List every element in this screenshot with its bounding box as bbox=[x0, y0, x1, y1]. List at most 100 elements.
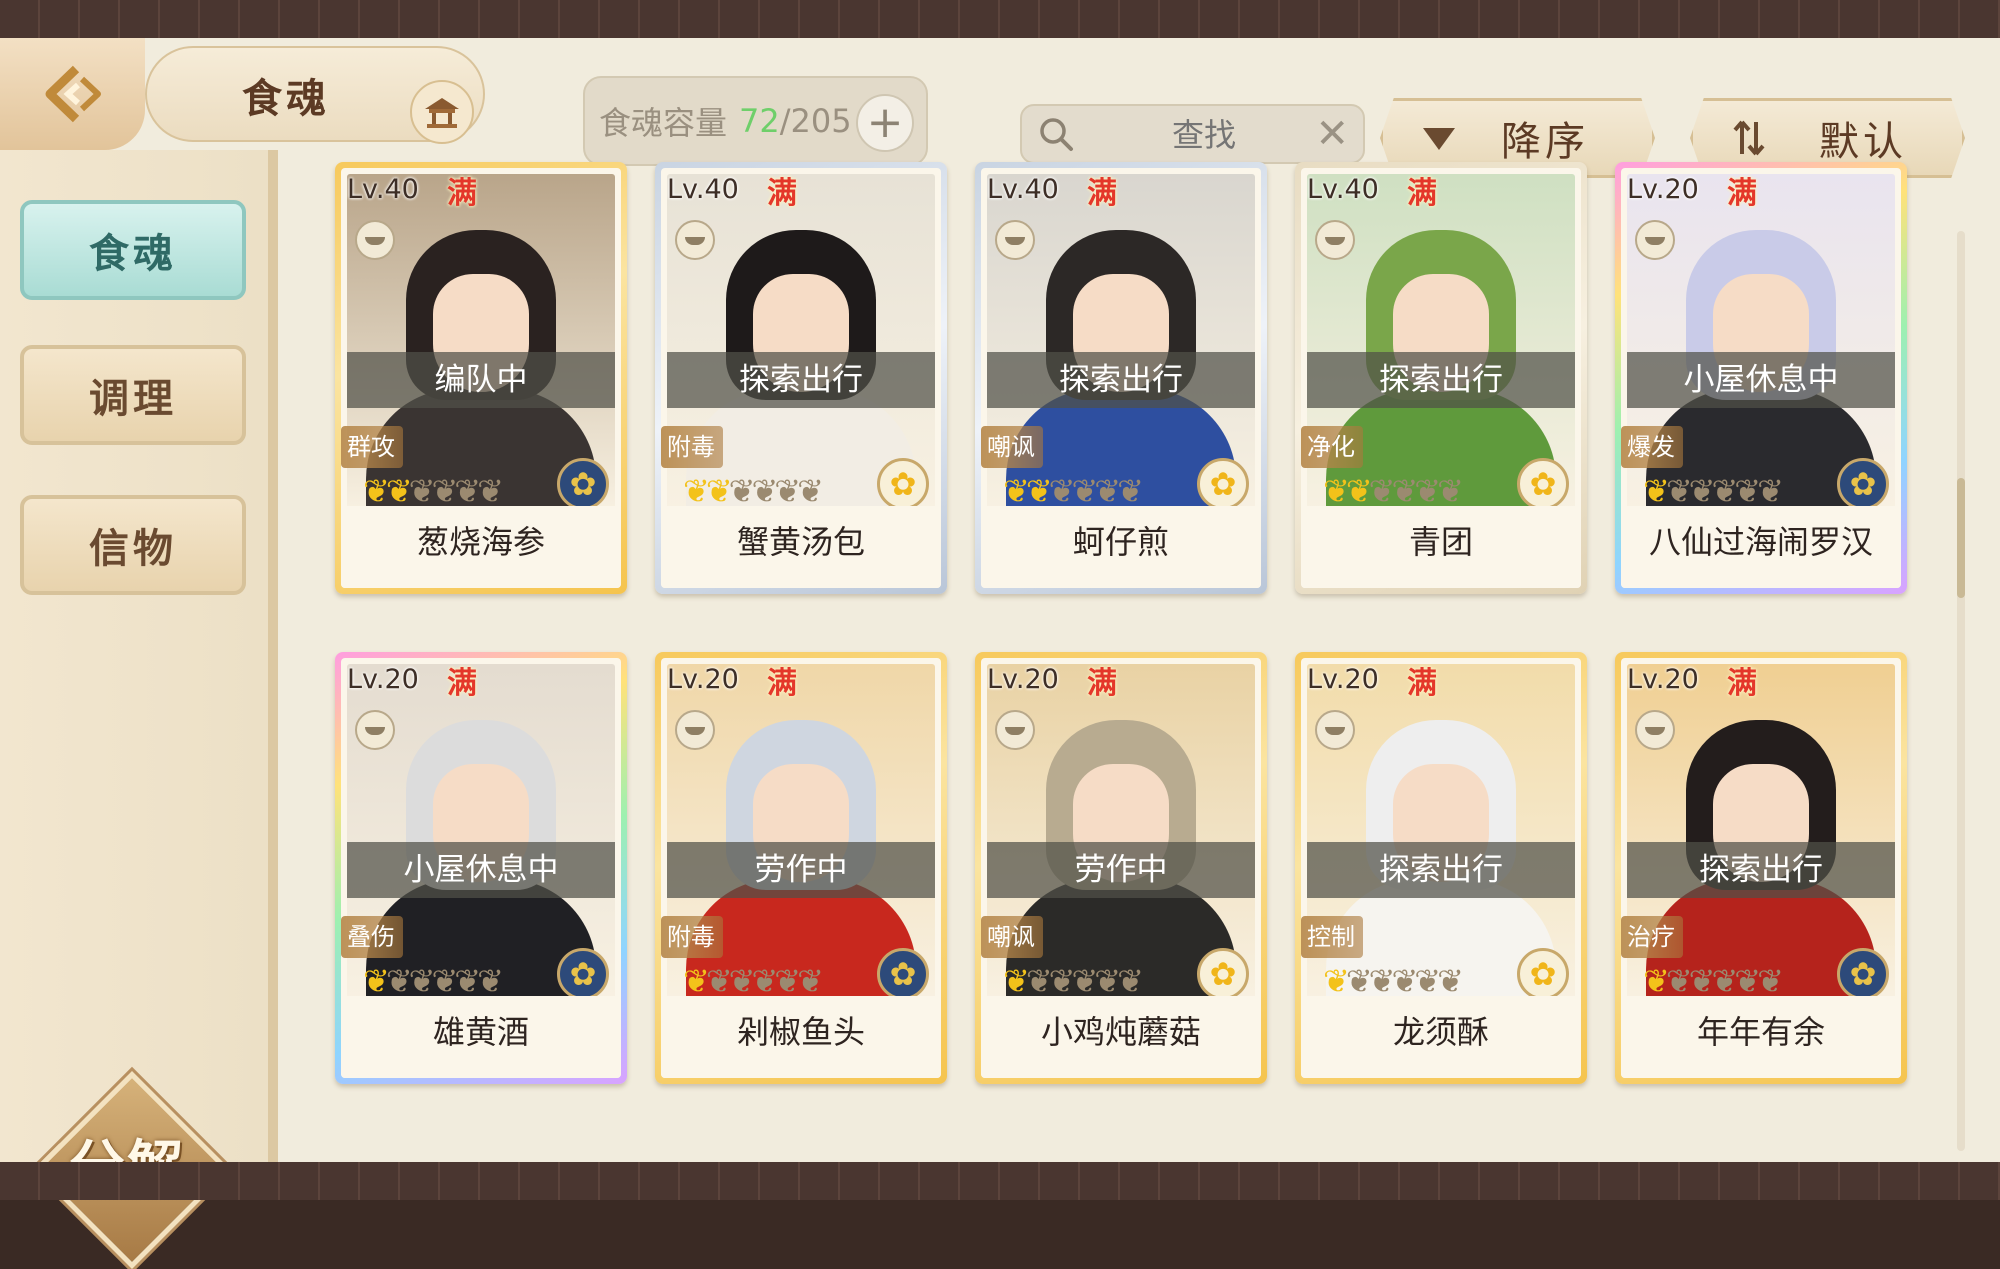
role-tag: 附毒 bbox=[661, 916, 723, 958]
search-box: ✕ bbox=[1020, 104, 1365, 164]
flame-lit-icon: ❦ bbox=[1025, 472, 1053, 510]
card-level: Lv.40 bbox=[1307, 174, 1379, 205]
back-button[interactable] bbox=[0, 38, 145, 150]
card-level: Lv.20 bbox=[1627, 174, 1699, 205]
star-flames: ❦❦❦❦❦❦ bbox=[1323, 961, 1464, 1001]
card-inner: Lv.40 满 编队中 群攻 ❦❦❦❦❦❦ ✿ 葱烧海参 bbox=[341, 168, 621, 588]
flame-unlit-icon: ❦ bbox=[431, 962, 458, 1000]
max-level-badge: 满 bbox=[1087, 666, 1117, 701]
flame-unlit-icon: ❦ bbox=[797, 472, 824, 510]
card-level: Lv.20 bbox=[987, 664, 1059, 695]
flame-unlit-icon: ❦ bbox=[1414, 962, 1441, 1000]
pavilion-button[interactable] bbox=[410, 80, 474, 144]
card-inner: Lv.20 满 小屋休息中 叠伤 ❦❦❦❦❦❦ ✿ 雄黄酒 bbox=[341, 658, 621, 1078]
capacity-current: 72 bbox=[739, 102, 780, 140]
role-tag: 附毒 bbox=[661, 426, 723, 468]
star-flames: ❦❦❦❦❦❦ bbox=[1003, 961, 1144, 1001]
sidebar: 食魂 调理 信物 分解 bbox=[0, 150, 278, 1269]
flame-unlit-icon: ❦ bbox=[1117, 962, 1144, 1000]
soul-card[interactable]: Lv.20 满 劳作中 附毒 ❦❦❦❦❦❦ ✿ 剁椒鱼头 bbox=[655, 652, 947, 1084]
emblem-flower-icon: ✿ bbox=[1197, 948, 1249, 1000]
flame-unlit-icon: ❦ bbox=[1048, 962, 1076, 1000]
capacity-value: 72/205 bbox=[739, 102, 852, 140]
soul-card[interactable]: Lv.20 满 小屋休息中 爆发 ❦❦❦❦❦❦ ✿ 八仙过海闹罗汉 bbox=[1615, 162, 1907, 594]
soul-card[interactable]: Lv.20 满 小屋休息中 叠伤 ❦❦❦❦❦❦ ✿ 雄黄酒 bbox=[335, 652, 627, 1084]
emblem-flower-icon: ✿ bbox=[557, 458, 609, 510]
soul-card[interactable]: Lv.20 满 劳作中 嘲讽 ❦❦❦❦❦❦ ✿ 小鸡炖蘑菇 bbox=[975, 652, 1267, 1084]
soul-card[interactable]: Lv.20 满 探索出行 治疗 ❦❦❦❦❦❦ ✿ 年年有余 bbox=[1615, 652, 1907, 1084]
page-title: 食魂 bbox=[242, 76, 330, 122]
bowl-icon bbox=[995, 220, 1035, 260]
flame-unlit-icon: ❦ bbox=[1391, 962, 1418, 1000]
card-level: Lv.20 bbox=[347, 664, 419, 695]
card-level: Lv.20 bbox=[1627, 664, 1699, 695]
flame-lit-icon: ❦ bbox=[683, 472, 710, 510]
scrollbar-thumb[interactable] bbox=[1957, 478, 1965, 598]
emblem-flower-icon: ✿ bbox=[877, 458, 929, 510]
role-tag: 控制 bbox=[1301, 916, 1363, 958]
card-inner: Lv.20 满 小屋休息中 爆发 ❦❦❦❦❦❦ ✿ 八仙过海闹罗汉 bbox=[1621, 168, 1901, 588]
sidebar-item-cooking[interactable]: 调理 bbox=[20, 345, 246, 445]
max-level-badge: 满 bbox=[767, 176, 797, 211]
card-status: 探索出行 bbox=[667, 352, 935, 408]
bowl-icon bbox=[995, 710, 1035, 750]
emblem-flower-icon: ✿ bbox=[877, 948, 929, 1000]
add-capacity-button[interactable]: + bbox=[856, 94, 914, 152]
flame-unlit-icon: ❦ bbox=[477, 962, 504, 1000]
flame-unlit-icon: ❦ bbox=[1071, 472, 1098, 510]
flame-lit-icon: ❦ bbox=[1323, 472, 1350, 510]
flame-unlit-icon: ❦ bbox=[1665, 962, 1693, 1000]
soul-card[interactable]: Lv.40 满 探索出行 嘲讽 ❦❦❦❦❦❦ ✿ 蚵仔煎 bbox=[975, 162, 1267, 594]
clear-search-icon[interactable]: ✕ bbox=[1315, 112, 1349, 156]
sidebar-item-souls[interactable]: 食魂 bbox=[20, 200, 246, 300]
emblem-flower-icon: ✿ bbox=[557, 948, 609, 1000]
card-name: 雄黄酒 bbox=[341, 996, 621, 1078]
flame-unlit-icon: ❦ bbox=[1688, 962, 1716, 1000]
flame-unlit-icon: ❦ bbox=[1734, 962, 1761, 1000]
flame-lit-icon: ❦ bbox=[1323, 962, 1350, 1000]
flame-unlit-icon: ❦ bbox=[1711, 472, 1738, 510]
capacity-label: 食魂容量 bbox=[599, 104, 728, 142]
card-name: 葱烧海参 bbox=[341, 506, 621, 588]
bottom-frame-border bbox=[0, 1162, 2000, 1200]
flame-unlit-icon: ❦ bbox=[728, 472, 756, 510]
card-name: 青团 bbox=[1301, 506, 1581, 588]
role-tag: 治疗 bbox=[1621, 916, 1683, 958]
soul-card[interactable]: Lv.40 满 探索出行 净化 ❦❦❦❦❦❦ ✿ 青团 bbox=[1295, 162, 1587, 594]
card-inner: Lv.40 满 探索出行 净化 ❦❦❦❦❦❦ ✿ 青团 bbox=[1301, 168, 1581, 588]
role-tag: 爆发 bbox=[1621, 426, 1683, 468]
star-flames: ❦❦❦❦❦❦ bbox=[683, 471, 824, 511]
flame-unlit-icon: ❦ bbox=[728, 962, 756, 1000]
flame-unlit-icon: ❦ bbox=[1688, 472, 1716, 510]
flame-unlit-icon: ❦ bbox=[751, 962, 778, 1000]
max-level-badge: 满 bbox=[1407, 176, 1437, 211]
flame-lit-icon: ❦ bbox=[683, 962, 710, 1000]
flame-unlit-icon: ❦ bbox=[1414, 472, 1441, 510]
max-level-badge: 满 bbox=[1407, 666, 1437, 701]
card-status: 探索出行 bbox=[987, 352, 1255, 408]
card-name: 小鸡炖蘑菇 bbox=[981, 996, 1261, 1078]
soul-card[interactable]: Lv.20 满 探索出行 控制 ❦❦❦❦❦❦ ✿ 龙须酥 bbox=[1295, 652, 1587, 1084]
card-name: 蟹黄汤包 bbox=[661, 506, 941, 588]
card-level: Lv.40 bbox=[987, 174, 1059, 205]
flame-unlit-icon: ❦ bbox=[477, 472, 504, 510]
pavilion-icon bbox=[425, 98, 459, 128]
scrollbar-track[interactable] bbox=[1957, 231, 1965, 1151]
card-name: 剁椒鱼头 bbox=[661, 996, 941, 1078]
card-status: 编队中 bbox=[347, 352, 615, 408]
bowl-icon bbox=[675, 220, 715, 260]
soul-card[interactable]: Lv.40 满 编队中 群攻 ❦❦❦❦❦❦ ✿ 葱烧海参 bbox=[335, 162, 627, 594]
soul-card[interactable]: Lv.40 满 探索出行 附毒 ❦❦❦❦❦❦ ✿ 蟹黄汤包 bbox=[655, 162, 947, 594]
card-inner: Lv.40 满 探索出行 嘲讽 ❦❦❦❦❦❦ ✿ 蚵仔煎 bbox=[981, 168, 1261, 588]
max-level-badge: 满 bbox=[447, 176, 477, 211]
flame-unlit-icon: ❦ bbox=[454, 472, 481, 510]
card-level: Lv.40 bbox=[347, 174, 419, 205]
flame-lit-icon: ❦ bbox=[1003, 962, 1030, 1000]
sidebar-item-tokens[interactable]: 信物 bbox=[20, 495, 246, 595]
card-inner: Lv.20 满 劳作中 嘲讽 ❦❦❦❦❦❦ ✿ 小鸡炖蘑菇 bbox=[981, 658, 1261, 1078]
search-input[interactable] bbox=[1092, 112, 1316, 158]
max-level-badge: 满 bbox=[1727, 176, 1757, 211]
flame-unlit-icon: ❦ bbox=[1757, 962, 1784, 1000]
card-level: Lv.40 bbox=[667, 174, 739, 205]
flame-unlit-icon: ❦ bbox=[454, 962, 481, 1000]
